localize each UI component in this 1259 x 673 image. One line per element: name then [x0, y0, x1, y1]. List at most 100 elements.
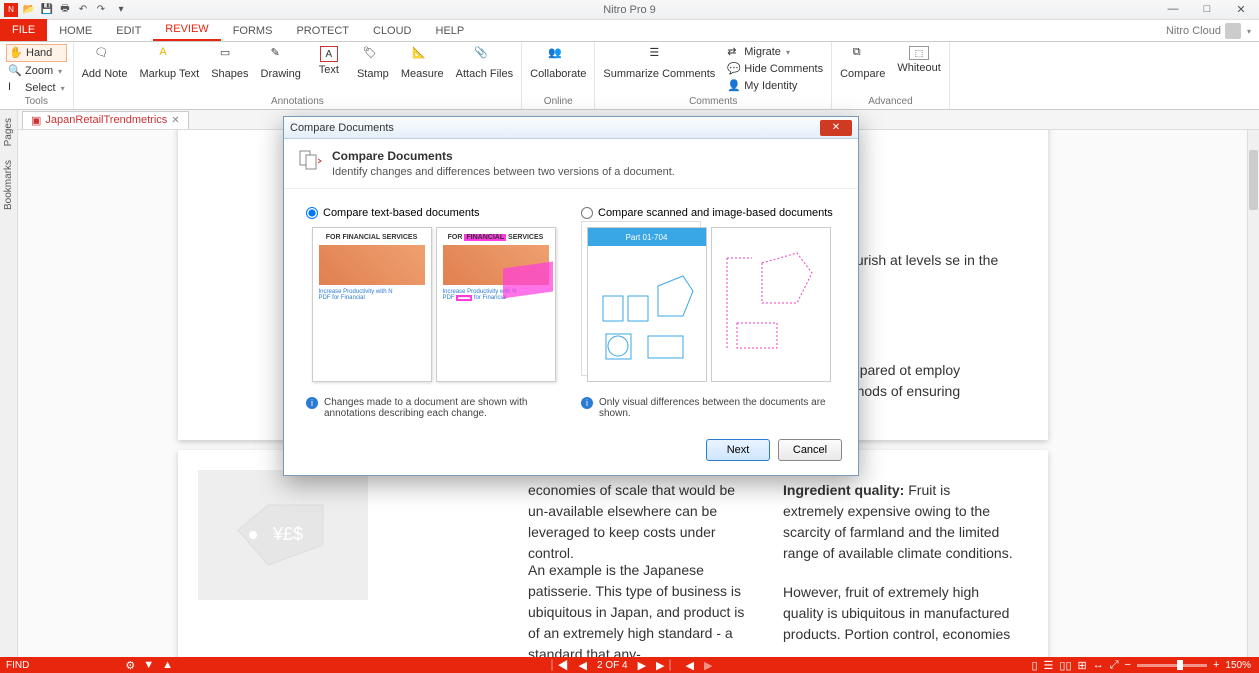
tool-shapes[interactable]: ▭Shapes [209, 44, 250, 82]
tool-whiteout[interactable]: ⬚Whiteout [895, 44, 942, 76]
body-text: An example is the Japanese patisserie. T… [528, 560, 758, 657]
close-button[interactable]: ✕ [1227, 3, 1255, 16]
radio-input[interactable] [306, 207, 318, 219]
list-icon: ☰ [649, 46, 669, 66]
maximize-button[interactable]: □ [1193, 3, 1221, 16]
zoom-level[interactable]: 150% [1225, 660, 1251, 671]
whiteout-icon: ⬚ [909, 46, 929, 60]
redo-icon[interactable]: ↷ [94, 3, 108, 17]
find-label[interactable]: FIND [0, 660, 35, 671]
tool-text[interactable]: AText [311, 44, 347, 78]
tab-help[interactable]: HELP [424, 21, 477, 41]
forward-icon[interactable]: ▶ [704, 659, 712, 672]
tool-migrate[interactable]: ⇄Migrate▾ [725, 44, 825, 60]
radio-input[interactable] [581, 207, 593, 219]
titlebar: N 📂 💾 🖶 ↶ ↷ ▾ Nitro Pro 9 — □ ✕ [0, 0, 1259, 20]
tool-attach-files[interactable]: 📎Attach Files [454, 44, 515, 82]
note-icon: 🗨 [95, 46, 115, 66]
cancel-button[interactable]: Cancel [778, 439, 842, 461]
tab-protect[interactable]: PROTECT [284, 21, 361, 41]
tab-edit[interactable]: EDIT [104, 21, 153, 41]
radio-image-based[interactable]: Compare scanned and image-based document… [581, 207, 836, 219]
tab-cloud[interactable]: CLOUD [361, 21, 424, 41]
tool-measure[interactable]: 📐Measure [399, 44, 446, 82]
zoom-out-icon[interactable]: − [1125, 659, 1131, 671]
tool-my-identity[interactable]: 👤My Identity [725, 78, 825, 94]
tab-review[interactable]: REVIEW [153, 19, 220, 41]
pencil-icon: ✎ [271, 46, 291, 66]
save-icon[interactable]: 💾 [40, 3, 54, 17]
tool-summarize-comments[interactable]: ☰Summarize Comments [601, 44, 717, 82]
tab-home[interactable]: HOME [47, 21, 104, 41]
compare-icon: ⧉ [853, 46, 873, 66]
next-button[interactable]: Next [706, 439, 770, 461]
print-icon[interactable]: 🖶 [58, 3, 72, 17]
tool-collaborate[interactable]: 👥Collaborate [528, 44, 588, 82]
open-icon[interactable]: 📂 [22, 3, 36, 17]
shapes-icon: ▭ [220, 46, 240, 66]
tab-forms[interactable]: FORMS [221, 21, 285, 41]
side-panels: Pages Bookmarks [0, 110, 18, 657]
minimize-button[interactable]: — [1159, 3, 1187, 16]
last-page-icon[interactable]: ▶｜ [656, 657, 675, 673]
vertical-scrollbar[interactable] [1247, 130, 1259, 657]
sidepanel-pages[interactable]: Pages [3, 114, 14, 150]
view-grid-icon[interactable]: ⊞ [1078, 659, 1087, 672]
page-navigation: ｜◀ ◀ 2 OF 4 ▶ ▶｜ ◀ ▶ [547, 657, 713, 673]
prev-page-icon[interactable]: ◀ [579, 659, 587, 672]
tool-hide-comments[interactable]: 💬Hide Comments [725, 61, 825, 77]
view-facing-icon[interactable]: ▯▯ [1059, 659, 1071, 672]
tool-select[interactable]: ISelect▾ [6, 80, 67, 96]
view-fit-icon[interactable]: ⤢ [1110, 659, 1119, 672]
view-continuous-icon[interactable]: ☰ [1044, 659, 1054, 672]
nav-up-icon[interactable]: ▲ [162, 659, 173, 672]
tool-markup-text[interactable]: AMarkup Text [137, 44, 201, 82]
group-label: Tools [6, 96, 67, 109]
option-text-based: Compare text-based documents FOR FINANCI… [306, 207, 561, 419]
option-preview: Part 01-704 [581, 227, 836, 387]
chevron-down-icon: ▾ [1247, 27, 1251, 36]
gear-icon[interactable]: ⚙ [125, 659, 135, 672]
dialog-close-button[interactable]: ✕ [820, 120, 852, 136]
close-icon[interactable]: ✕ [171, 115, 179, 126]
dialog-titlebar[interactable]: Compare Documents ✕ [284, 117, 858, 139]
first-page-icon[interactable]: ｜◀ [547, 657, 569, 673]
window-controls: — □ ✕ [1159, 3, 1255, 16]
user-account[interactable]: Nitro Cloud ▾ [1158, 21, 1259, 41]
dialog-footer: Next Cancel [284, 429, 858, 475]
zoom-slider[interactable] [1137, 664, 1207, 667]
paperclip-icon: 📎 [474, 46, 494, 66]
zoom-in-icon[interactable]: + [1213, 659, 1219, 671]
tool-add-note[interactable]: 🗨Add Note [80, 44, 130, 82]
info-icon: i [306, 397, 318, 409]
option-image-based: Compare scanned and image-based document… [581, 207, 836, 419]
tool-stamp[interactable]: 🏷Stamp [355, 44, 391, 82]
dialog-subtitle: Identify changes and differences between… [332, 166, 675, 178]
view-single-icon[interactable]: ▯ [1031, 659, 1037, 672]
sidepanel-bookmarks[interactable]: Bookmarks [3, 156, 14, 214]
hide-icon: 💬 [727, 62, 741, 76]
document-tab[interactable]: ▣ JapanRetailTrendmetrics ✕ [22, 111, 189, 129]
option-preview: FOR FINANCIAL SERVICES Increase Producti… [306, 227, 561, 387]
page-indicator: 2 OF 4 [597, 660, 628, 671]
option-info-text: Only visual differences between the docu… [599, 397, 836, 419]
view-fullwidth-icon[interactable]: ↔ [1093, 659, 1104, 671]
nav-down-icon[interactable]: ▼ [143, 659, 154, 672]
scrollbar-thumb[interactable] [1249, 150, 1258, 210]
undo-icon[interactable]: ↶ [76, 3, 90, 17]
ribbon-group-online: 👥Collaborate Online [522, 42, 595, 109]
tool-drawing[interactable]: ✎Drawing [259, 44, 303, 82]
dialog-body: Compare text-based documents FOR FINANCI… [284, 189, 858, 429]
dialog-window-title: Compare Documents [290, 122, 394, 134]
tab-file[interactable]: FILE [0, 19, 47, 41]
back-icon[interactable]: ◀ [686, 659, 694, 672]
tool-compare[interactable]: ⧉Compare [838, 44, 887, 82]
zoom-slider-thumb[interactable] [1177, 660, 1183, 670]
option-info: i Changes made to a document are shown w… [306, 397, 561, 419]
tool-hand[interactable]: ✋Hand [6, 44, 67, 62]
next-page-icon[interactable]: ▶ [638, 659, 646, 672]
qat-more-icon[interactable]: ▾ [114, 3, 128, 17]
tool-zoom[interactable]: 🔍Zoom▾ [6, 63, 67, 79]
ribbon-group-comments: ☰Summarize Comments ⇄Migrate▾ 💬Hide Comm… [595, 42, 832, 109]
radio-text-based[interactable]: Compare text-based documents [306, 207, 561, 219]
